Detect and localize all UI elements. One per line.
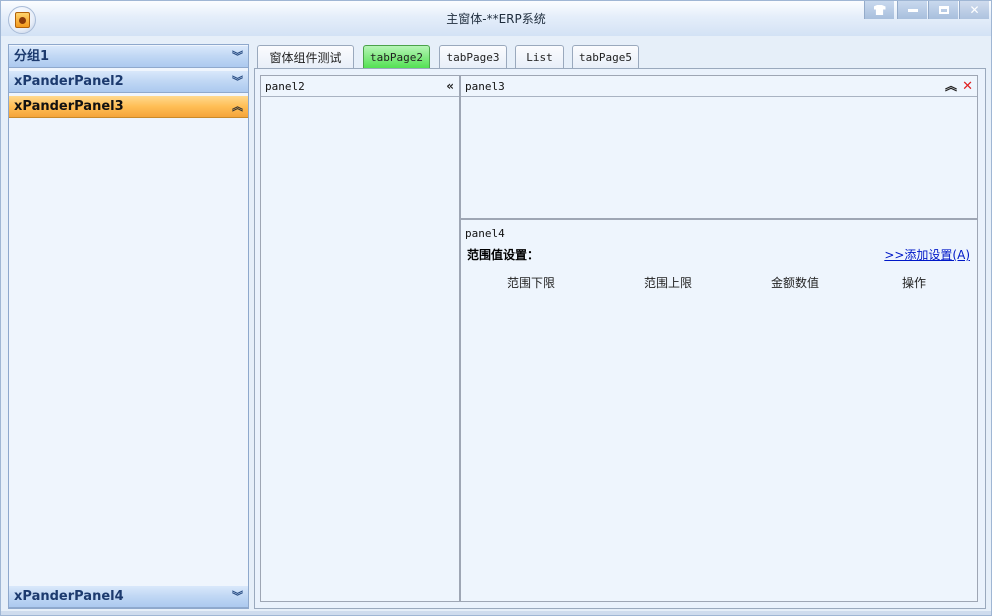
panel-title: panel2 xyxy=(265,80,305,93)
accordion-panel: 分组1 ︾ xPanderPanel2 ︾ xPanderPanel3 ︽ xP… xyxy=(8,44,249,609)
tab-tabpage5[interactable]: tabPage5 xyxy=(572,45,639,69)
column-header-upper-limit: 范围上限 xyxy=(644,276,693,290)
panel2: panel2 « xyxy=(260,75,460,602)
accordion-header-label: 分组1 xyxy=(14,49,50,64)
panel4-header: panel4 xyxy=(461,223,977,244)
column-header-lower-limit: 范围下限 xyxy=(507,276,556,290)
panel2-header: panel2 « xyxy=(261,76,459,97)
chevron-double-up-icon[interactable]: ︽ xyxy=(232,96,243,118)
minimize-icon xyxy=(907,8,918,12)
window-title: 主窗体-**ERP系统 xyxy=(446,12,546,26)
tab-tabpage3[interactable]: tabPage3 xyxy=(439,45,507,69)
accordion-header-label: xPanderPanel3 xyxy=(14,99,124,114)
close-icon[interactable]: ✕ xyxy=(962,76,973,97)
collapse-up-icon[interactable]: ︽ xyxy=(945,76,957,97)
title-bar[interactable]: 主窗体-**ERP系统 ✕ xyxy=(1,1,991,36)
tab-form-component-test[interactable]: 窗体组件测试 xyxy=(257,45,354,69)
accordion-header-label: xPanderPanel4 xyxy=(14,589,124,604)
tab-list[interactable]: List xyxy=(515,45,564,69)
skin-icon xyxy=(873,5,886,15)
range-settings-title: 范围值设置： xyxy=(467,248,540,262)
tab-strip: 窗体组件测试 tabPage2 tabPage3 List tabPage5 xyxy=(257,44,987,69)
main-window: 主窗体-**ERP系统 ✕ 分组1 ︾ xPanderPanel2 ︾ xPan… xyxy=(0,0,992,616)
panel-title: panel3 xyxy=(465,80,505,93)
column-header-amount: 金额数值 xyxy=(771,276,820,290)
minimize-button[interactable] xyxy=(897,1,927,19)
column-header-action: 操作 xyxy=(902,276,927,290)
status-bar xyxy=(1,611,991,615)
skin-button[interactable] xyxy=(864,1,894,19)
panel-title: panel4 xyxy=(465,227,505,240)
accordion-body xyxy=(9,119,248,585)
accordion-header-group1[interactable]: 分组1 ︾ xyxy=(9,46,248,68)
panel4: panel4 范围值设置： >>添加设置(A) 范围下限 范围上限 金额数值 操… xyxy=(460,219,978,602)
maximize-button[interactable] xyxy=(928,1,958,19)
accordion-header-xpanderpanel4[interactable]: xPanderPanel4 ︾ xyxy=(9,586,248,608)
accordion-header-xpanderpanel2[interactable]: xPanderPanel2 ︾ xyxy=(9,71,248,93)
panel3: panel3 ︽ ✕ xyxy=(460,75,978,219)
maximize-icon xyxy=(938,6,949,14)
chevron-double-down-icon[interactable]: ︾ xyxy=(232,71,243,93)
chevron-double-down-icon[interactable]: ︾ xyxy=(232,586,243,608)
accordion-header-xpanderpanel3[interactable]: xPanderPanel3 ︽ xyxy=(9,96,248,118)
accordion-header-label: xPanderPanel2 xyxy=(14,74,124,89)
panel3-header: panel3 ︽ ✕ xyxy=(461,76,977,97)
close-icon: ✕ xyxy=(969,3,980,17)
close-button[interactable]: ✕ xyxy=(959,1,989,19)
chevron-double-down-icon[interactable]: ︾ xyxy=(232,46,243,68)
add-setting-link[interactable]: >>添加设置(A) xyxy=(884,246,970,263)
tab-tabpage2[interactable]: tabPage2 xyxy=(363,45,430,69)
collapse-left-icon[interactable]: « xyxy=(446,76,454,97)
